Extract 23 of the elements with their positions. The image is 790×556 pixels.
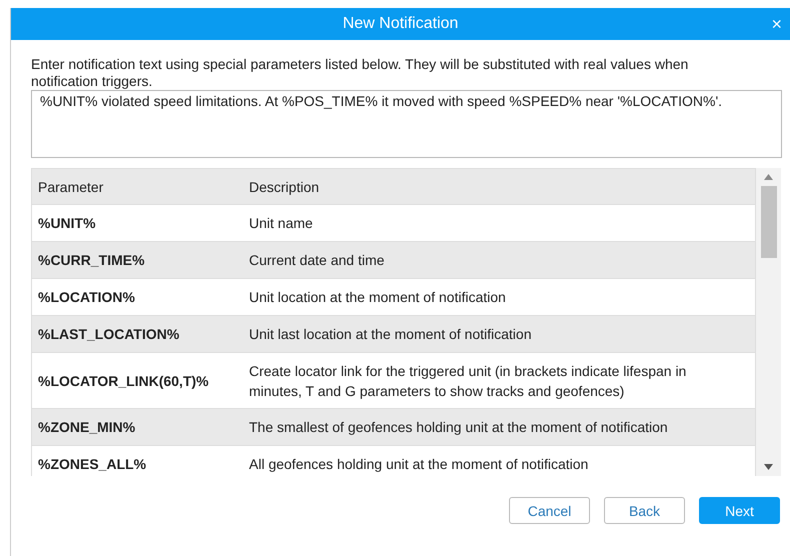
scrollbar[interactable]	[756, 168, 781, 476]
scroll-down-icon[interactable]	[764, 464, 773, 470]
parameter-row[interactable]: %ZONES_ALL% All geofences holding unit at the moment of notification	[32, 446, 755, 476]
parameter-cell: %CURR_TIME%	[32, 242, 241, 278]
dialog-button[interactable]: Back	[604, 497, 685, 524]
scrollbar-thumb[interactable]	[760, 186, 776, 258]
instructions-text: Enter notification text using special parameters listed below. They will be substituted with real values when notification triggers.	[31, 56, 690, 90]
column-header: Description	[241, 169, 755, 204]
parameter-cell: %LAST_LOCATION%	[32, 316, 241, 352]
description-cell: Unit last location at the moment of notification	[241, 316, 755, 352]
parameter-row[interactable]: %ZONE_MIN% The smallest of geofences holding unit at the moment of notification	[32, 408, 755, 446]
window-title: New Notification	[342, 15, 458, 33]
parameter-row[interactable]: %CURR_TIME% Current date and time	[32, 242, 755, 278]
description-cell: All geofences holding unit at the moment of notification	[241, 446, 755, 476]
column-header: Parameter	[32, 169, 241, 204]
message-field[interactable]: %UNIT% violated speed limitations. At %POS_TIME% it moved with speed %SPEED% near '%LOCATION%'.	[31, 90, 782, 158]
scroll-up-icon[interactable]	[764, 174, 773, 180]
parameter-row[interactable]: %LAST_LOCATION% Unit last location at the moment of notification	[32, 316, 755, 352]
parameter-cell: %ZONES_ALL%	[32, 446, 241, 476]
dialog-button[interactable]: Cancel	[509, 497, 590, 524]
description-cell: The smallest of geofences holding unit at the moment of notification	[241, 408, 755, 446]
parameter-cell: %ZONE_MIN%	[32, 408, 241, 446]
description-cell: Current date and time	[241, 242, 755, 278]
